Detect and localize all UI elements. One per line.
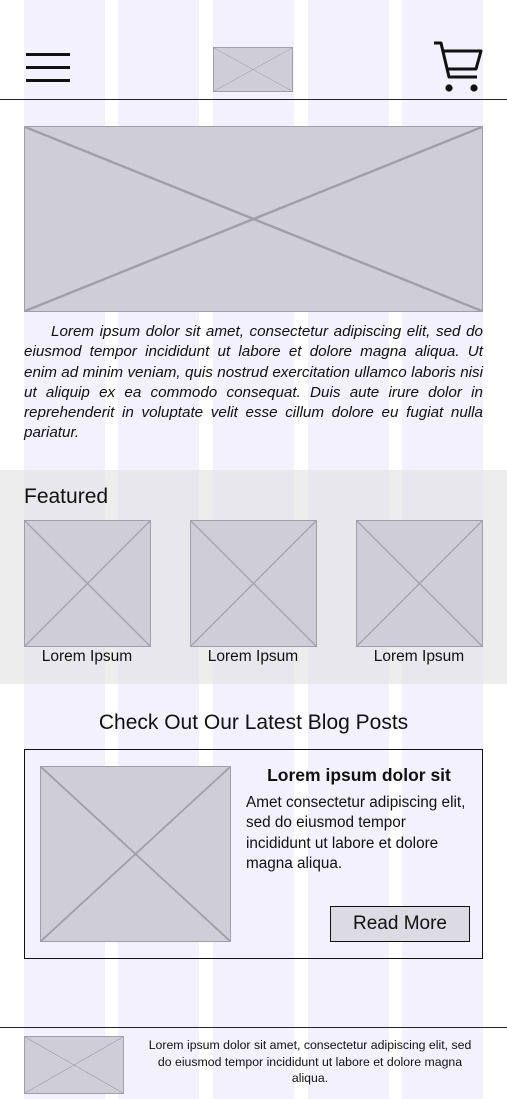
featured-item-image[interactable] [356, 520, 483, 647]
blog-post-card: Lorem ipsum dolor sit Amet consectetur a… [24, 749, 483, 959]
featured-item-label[interactable]: Lorem Ipsum [190, 648, 316, 666]
blog-post-excerpt: Amet consectetur adipiscing elit, sed do… [246, 794, 466, 872]
intro-paragraph: Lorem ipsum dolor sit amet, consectetur … [24, 323, 483, 442]
featured-item-image[interactable] [24, 520, 151, 647]
shopping-cart-icon[interactable] [432, 40, 484, 94]
hamburger-menu-icon[interactable] [26, 53, 70, 83]
featured-item-label[interactable]: Lorem Ipsum [24, 648, 150, 666]
blog-post-title: Lorem ipsum dolor sit [267, 765, 451, 785]
logo-placeholder-image[interactable] [213, 47, 293, 92]
hero-placeholder-image [24, 126, 483, 312]
read-more-button[interactable]: Read More [330, 906, 470, 942]
footer-divider [0, 1027, 507, 1028]
header-divider [0, 99, 507, 100]
blog-section-heading: Check Out Our Latest Blog Posts [98, 711, 409, 734]
footer-logo-placeholder-image [24, 1036, 124, 1094]
featured-item-image[interactable] [190, 520, 317, 647]
featured-title: Featured [24, 485, 109, 508]
featured-item-label[interactable]: Lorem Ipsum [356, 648, 482, 666]
footer-text: Lorem ipsum dolor sit amet, consectetur … [148, 1038, 472, 1085]
blog-post-image[interactable] [40, 766, 231, 942]
